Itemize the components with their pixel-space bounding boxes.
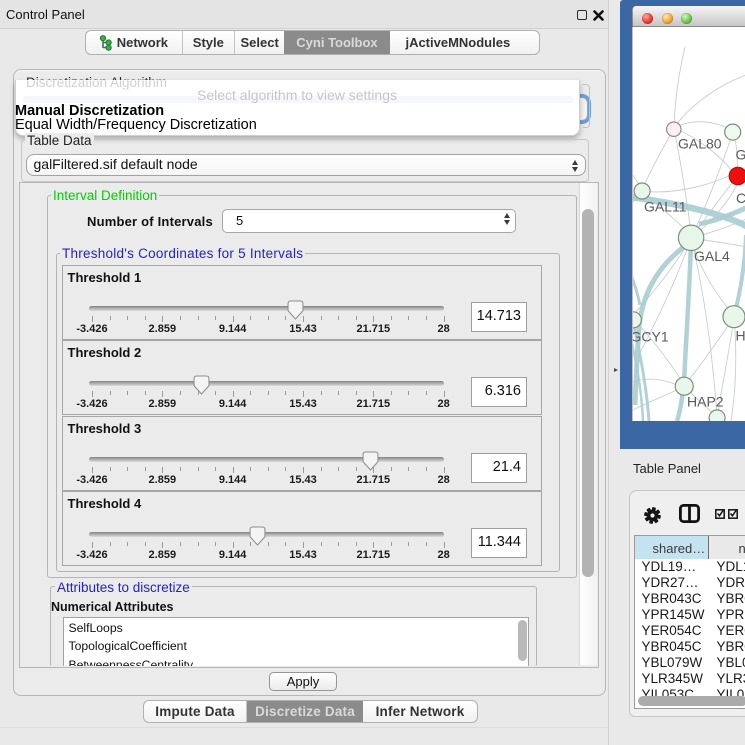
svg-text:HAP2: HAP2 xyxy=(687,394,724,410)
svg-text:H: H xyxy=(736,328,745,344)
svg-text:GAL4: GAL4 xyxy=(694,248,730,264)
svg-text:CY: CY xyxy=(736,190,745,206)
svg-text:GCY1: GCY1 xyxy=(633,329,669,345)
svg-text:GAL11: GAL11 xyxy=(644,199,687,215)
svg-text:GAL80: GAL80 xyxy=(678,136,722,152)
svg-text:GA: GA xyxy=(736,147,745,163)
